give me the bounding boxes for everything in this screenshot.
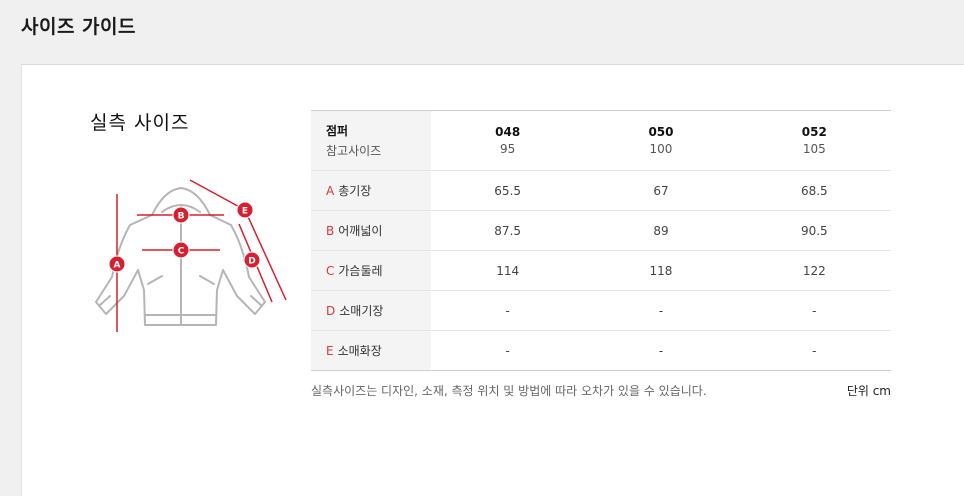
row-label: C 가슴둘레 [311,250,431,291]
row-letter: B [326,224,335,238]
size-code: 050 [648,125,674,139]
table-row: D 소매기장 - - - [311,290,891,331]
category-label: 점퍼 [326,124,349,138]
page-title: 사이즈 가이드 [21,16,136,38]
size-table: 점퍼 참고사이즈 048 95 050 100 052 105 A 총기장 65.… [311,110,891,371]
reference-size-label: 참고사이즈 [326,144,382,158]
table-cell: - [431,330,585,371]
size-column-052: 052 105 [738,111,891,171]
table-cell: - [584,330,738,371]
size-column-050: 050 100 [584,111,737,171]
size-code: 052 [801,125,827,139]
table-cell: - [431,290,585,331]
table-cell: 90.5 [737,210,891,251]
table-row: C 가슴둘레 114 118 122 [311,250,891,291]
table-cell: 67 [584,170,738,211]
table-cell: 114 [431,250,585,291]
measurement-note: 실측사이즈는 디자인, 소재, 측정 위치 및 방법에 따라 오차가 있을 수 … [311,384,707,398]
marker-c-label: C [178,247,185,257]
table-cell: 122 [737,250,891,291]
marker-d-label: D [248,257,255,267]
table-cell: - [737,330,891,371]
row-label: E 소매화장 [311,330,431,371]
table-cell: 87.5 [431,210,585,251]
table-cell: - [737,290,891,331]
marker-b-label: B [178,212,185,222]
table-row: B 어깨넓이 87.5 89 90.5 [311,210,891,251]
jacket-illustration: A B C D E [95,179,287,332]
table-cell: - [584,290,738,331]
table-cell: 65.5 [431,170,585,211]
size-ref: 100 [649,142,673,156]
row-letter: A [326,184,335,198]
row-name: 어깨넓이 [338,224,383,238]
row-letter: C [326,264,335,278]
table-row: A 총기장 65.5 67 68.5 [311,170,891,211]
header-label-cell: 점퍼 참고사이즈 [311,110,431,171]
marker-e-label: E [242,207,248,217]
unit-label: 단위 cm [846,384,891,398]
row-name: 소매화장 [337,344,382,358]
row-letter: E [326,344,334,358]
marker-a-label: A [114,261,121,271]
row-label: B 어깨넓이 [311,210,431,251]
size-ref: 105 [802,142,826,156]
size-code: 048 [495,125,521,139]
row-name: 가슴둘레 [338,264,383,278]
row-letter: D [326,304,336,318]
row-label: A 총기장 [311,170,431,211]
section-title: 실측 사이즈 [90,112,190,134]
table-cell: 118 [584,250,738,291]
row-name: 총기장 [338,184,372,198]
row-label: D 소매기장 [311,290,431,331]
size-ref: 95 [500,142,516,156]
table-row: E 소매화장 - - - [311,330,891,371]
size-column-048: 048 95 [431,111,584,171]
jacket-diagram: A B C D E [90,172,300,346]
table-cell: 89 [584,210,738,251]
row-name: 소매기장 [339,304,384,318]
table-cell: 68.5 [737,170,891,211]
table-header-row: 점퍼 참고사이즈 048 95 050 100 052 105 [311,110,891,171]
